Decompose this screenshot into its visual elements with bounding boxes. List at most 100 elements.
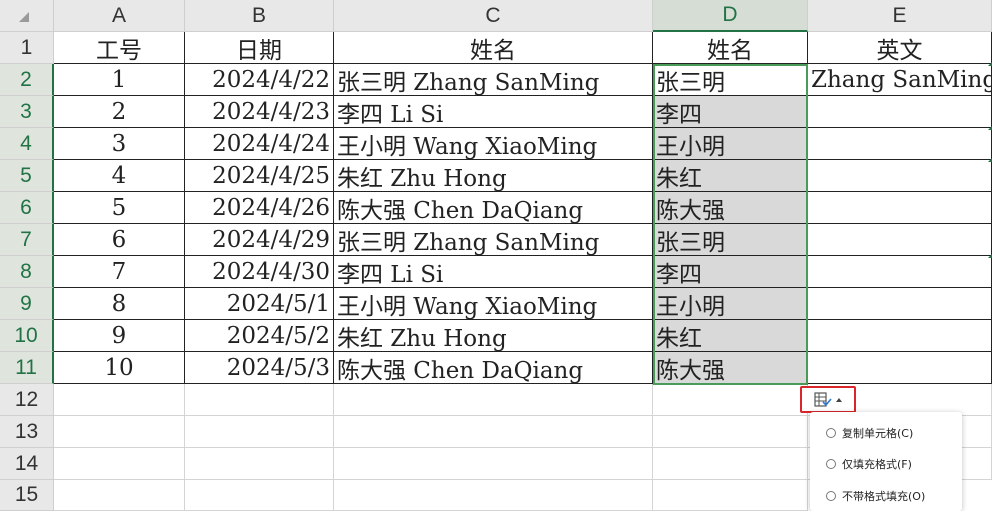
cell-a2[interactable]: 1 — [54, 64, 185, 96]
cell-d6[interactable]: 陈大强 — [653, 192, 808, 224]
cell-b6[interactable]: 2024/4/26 — [185, 192, 334, 224]
cell-c10[interactable]: 朱红 Zhu Hong — [334, 320, 653, 352]
cell-d10[interactable]: 朱红 — [653, 320, 808, 352]
cell-b8[interactable]: 2024/4/30 — [185, 256, 334, 288]
cell-b7[interactable]: 2024/4/29 — [185, 224, 334, 256]
cell-d12[interactable] — [653, 384, 808, 416]
radio-icon — [826, 459, 836, 469]
cell-d3[interactable]: 李四 — [653, 96, 808, 128]
cell-a5[interactable]: 4 — [54, 160, 185, 192]
menu-item-copy-cells[interactable]: 复制单元格(C) — [826, 423, 913, 443]
cell-e2[interactable]: Zhang SanMing — [808, 64, 992, 96]
cell-b15[interactable] — [185, 480, 334, 511]
cell-b11[interactable]: 2024/5/3 — [185, 352, 334, 384]
cell-c8[interactable]: 李四 Li Si — [334, 256, 653, 288]
cell-e1[interactable]: 英文 — [808, 32, 992, 64]
row-header-14[interactable]: 14 — [0, 448, 54, 480]
cell-d5[interactable]: 朱红 — [653, 160, 808, 192]
comment-marker-icon — [988, 62, 992, 66]
row-header-3[interactable]: 3 — [0, 96, 54, 128]
cell-a13[interactable] — [54, 416, 185, 448]
row-header-12[interactable]: 12 — [0, 384, 54, 416]
cell-c9[interactable]: 王小明 Wang XiaoMing — [334, 288, 653, 320]
row-header-2[interactable]: 2 — [0, 64, 54, 96]
cell-a7[interactable]: 6 — [54, 224, 185, 256]
cell-b10[interactable]: 2024/5/2 — [185, 320, 334, 352]
cell-d15[interactable] — [653, 480, 808, 511]
cell-a4[interactable]: 3 — [54, 128, 185, 160]
row-header-8[interactable]: 8 — [0, 256, 54, 288]
cell-a3[interactable]: 2 — [54, 96, 185, 128]
column-header-e[interactable]: E — [808, 0, 992, 32]
row-header-5[interactable]: 5 — [0, 160, 54, 192]
cell-e9[interactable] — [808, 288, 992, 320]
cell-a6[interactable]: 5 — [54, 192, 185, 224]
cell-b4[interactable]: 2024/4/24 — [185, 128, 334, 160]
cell-c13[interactable] — [334, 416, 653, 448]
cell-a9[interactable]: 8 — [54, 288, 185, 320]
cell-e11[interactable] — [808, 352, 992, 384]
cell-e8[interactable] — [808, 256, 992, 288]
cell-d14[interactable] — [653, 448, 808, 480]
cell-c6[interactable]: 陈大强 Chen DaQiang — [334, 192, 653, 224]
cell-a14[interactable] — [54, 448, 185, 480]
comment-marker-icon — [988, 254, 992, 258]
cell-b5[interactable]: 2024/4/25 — [185, 160, 334, 192]
column-header-a[interactable]: A — [54, 0, 185, 32]
auto-fill-options-button[interactable] — [800, 386, 856, 413]
cell-e4[interactable] — [808, 128, 992, 160]
row-header-11[interactable]: 11 — [0, 352, 54, 384]
cell-a1[interactable]: 工号 — [54, 32, 185, 64]
cell-a10[interactable]: 9 — [54, 320, 185, 352]
cell-a11[interactable]: 10 — [54, 352, 185, 384]
menu-item-fill-without-format[interactable]: 不带格式填充(O) — [826, 486, 925, 506]
column-header-c[interactable]: C — [334, 0, 653, 32]
cell-d11[interactable]: 陈大强 — [653, 352, 808, 384]
cell-b3[interactable]: 2024/4/23 — [185, 96, 334, 128]
cell-e10[interactable] — [808, 320, 992, 352]
row-header-1[interactable]: 1 — [0, 32, 54, 64]
cell-c11[interactable]: 陈大强 Chen DaQiang — [334, 352, 653, 384]
cell-b1[interactable]: 日期 — [185, 32, 334, 64]
cell-b14[interactable] — [185, 448, 334, 480]
cell-c1[interactable]: 姓名 — [334, 32, 653, 64]
cell-e5[interactable] — [808, 160, 992, 192]
cell-d4[interactable]: 王小明 — [653, 128, 808, 160]
cell-d9[interactable]: 王小明 — [653, 288, 808, 320]
row-header-15[interactable]: 15 — [0, 480, 54, 511]
cell-a15[interactable] — [54, 480, 185, 511]
cell-c2[interactable]: 张三明 Zhang SanMing — [334, 64, 653, 96]
cell-b2[interactable]: 2024/4/22 — [185, 64, 334, 96]
column-header-b[interactable]: B — [185, 0, 334, 32]
cell-b9[interactable]: 2024/5/1 — [185, 288, 334, 320]
menu-item-fill-format-only[interactable]: 仅填充格式(F) — [826, 454, 912, 474]
cell-c3[interactable]: 李四 Li Si — [334, 96, 653, 128]
row-header-10[interactable]: 10 — [0, 320, 54, 352]
select-all-corner[interactable] — [0, 0, 54, 32]
cell-e7[interactable] — [808, 224, 992, 256]
cell-b13[interactable] — [185, 416, 334, 448]
column-header-d[interactable]: D — [653, 0, 808, 32]
cell-a12[interactable] — [54, 384, 185, 416]
cell-c4[interactable]: 王小明 Wang XiaoMing — [334, 128, 653, 160]
cell-a8[interactable]: 7 — [54, 256, 185, 288]
cell-d2[interactable]: 张三明 — [653, 64, 808, 96]
cell-b12[interactable] — [185, 384, 334, 416]
row-header-4[interactable]: 4 — [0, 128, 54, 160]
cell-d7[interactable]: 张三明 — [653, 224, 808, 256]
cell-c7[interactable]: 张三明 Zhang SanMing — [334, 224, 653, 256]
cell-d13[interactable] — [653, 416, 808, 448]
row-header-7[interactable]: 7 — [0, 224, 54, 256]
cell-e3[interactable] — [808, 96, 992, 128]
cell-c14[interactable] — [334, 448, 653, 480]
cell-c5[interactable]: 朱红 Zhu Hong — [334, 160, 653, 192]
row-header-9[interactable]: 9 — [0, 288, 54, 320]
cell-c15[interactable] — [334, 480, 653, 511]
cell-e6[interactable] — [808, 192, 992, 224]
row-header-6[interactable]: 6 — [0, 192, 54, 224]
menu-item-label: 不带格式填充(O) — [842, 490, 926, 503]
cell-d1[interactable]: 姓名 — [653, 32, 808, 64]
row-header-13[interactable]: 13 — [0, 416, 54, 448]
cell-c12[interactable] — [334, 384, 653, 416]
cell-d8[interactable]: 李四 — [653, 256, 808, 288]
